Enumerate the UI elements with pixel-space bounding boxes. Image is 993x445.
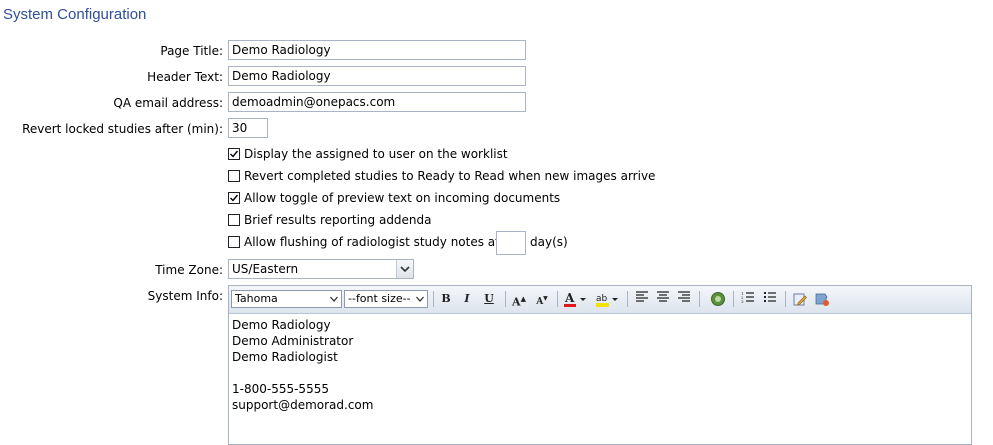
time-zone-value: US/Eastern	[232, 262, 299, 276]
font-size-increase-icon[interactable]: A▲	[510, 291, 528, 309]
align-center-icon[interactable]	[654, 291, 672, 307]
toolbar-divider	[733, 291, 734, 307]
checkbox-brief-addenda[interactable]	[228, 214, 240, 226]
checkbox-preview-toggle[interactable]	[228, 192, 240, 204]
page-title: System Configuration	[3, 6, 147, 23]
clear-formatting-icon[interactable]	[813, 291, 831, 307]
font-family-select[interactable]: Tahoma	[231, 290, 342, 308]
chevron-down-icon[interactable]	[396, 260, 413, 278]
system-info-editor[interactable]: Tahoma --font size-- B I U A▲ A▼ A ab 1 …	[228, 285, 972, 445]
checkbox-label: Brief results reporting addenda	[244, 213, 432, 227]
toolbar-divider	[627, 291, 628, 307]
checkbox-flush-notes[interactable]	[228, 236, 240, 248]
svg-text:ab: ab	[596, 294, 608, 304]
font-color-icon[interactable]: A	[563, 291, 589, 307]
svg-text:A: A	[564, 291, 575, 305]
chevron-down-icon	[330, 296, 338, 302]
font-size-decrease-icon[interactable]: A▼	[533, 291, 551, 307]
bold-icon[interactable]: B	[437, 291, 455, 307]
underline-icon[interactable]: U	[480, 291, 498, 307]
highlight-color-icon[interactable]: ab	[595, 291, 621, 307]
checkbox-label: Revert completed studies to Ready to Rea…	[244, 169, 656, 183]
checkbox-label: Allow toggle of preview text on incoming…	[244, 191, 561, 205]
flush-days-unit: day(s)	[530, 235, 568, 249]
flush-days-input[interactable]	[496, 231, 526, 255]
checkbox-label: Allow flushing of radiologist study note…	[244, 235, 517, 249]
font-family-value: Tahoma	[235, 292, 278, 305]
chevron-down-icon	[416, 296, 424, 302]
time-zone-select[interactable]: US/Eastern	[228, 259, 414, 279]
edit-source-icon[interactable]	[791, 291, 809, 307]
numbered-list-icon[interactable]: 123	[739, 291, 757, 307]
toolbar-divider	[505, 291, 506, 307]
header-text-input[interactable]: Demo Radiology	[228, 66, 526, 86]
qa-email-input[interactable]: demoadmin@onepacs.com	[228, 92, 526, 112]
font-size-select[interactable]: --font size--	[344, 290, 428, 308]
qa-email-label: QA email address:	[113, 96, 223, 110]
align-left-icon[interactable]	[633, 291, 651, 307]
checkmark-icon	[230, 150, 239, 158]
revert-locked-input[interactable]: 30	[228, 118, 268, 138]
toolbar-divider	[433, 291, 434, 307]
page-title-label: Page Title:	[160, 44, 223, 58]
toolbar-divider	[699, 291, 700, 307]
page-title-input[interactable]: Demo Radiology	[228, 40, 526, 60]
toolbar-divider	[557, 291, 558, 307]
align-right-icon[interactable]	[675, 291, 693, 307]
time-zone-label: Time Zone:	[155, 263, 223, 277]
toolbar-divider	[785, 291, 786, 307]
font-size-value: --font size--	[348, 292, 411, 305]
system-info-label: System Info:	[147, 289, 223, 303]
checkmark-icon	[230, 194, 239, 202]
system-info-content[interactable]: Demo Radiology Demo Administrator Demo R…	[232, 317, 373, 413]
bulleted-list-icon[interactable]	[761, 291, 779, 307]
svg-text:3: 3	[741, 299, 744, 303]
checkbox-label: Display the assigned to user on the work…	[244, 147, 508, 161]
insert-link-icon[interactable]	[709, 291, 727, 307]
italic-icon[interactable]: I	[458, 291, 476, 307]
editor-toolbar: Tahoma --font size-- B I U A▲ A▼ A ab 1 …	[229, 286, 971, 314]
checkbox-revert-completed[interactable]	[228, 170, 240, 182]
revert-locked-label: Revert locked studies after (min):	[22, 122, 223, 136]
header-text-label: Header Text:	[147, 70, 223, 84]
checkbox-show-assigned-user[interactable]	[228, 148, 240, 160]
